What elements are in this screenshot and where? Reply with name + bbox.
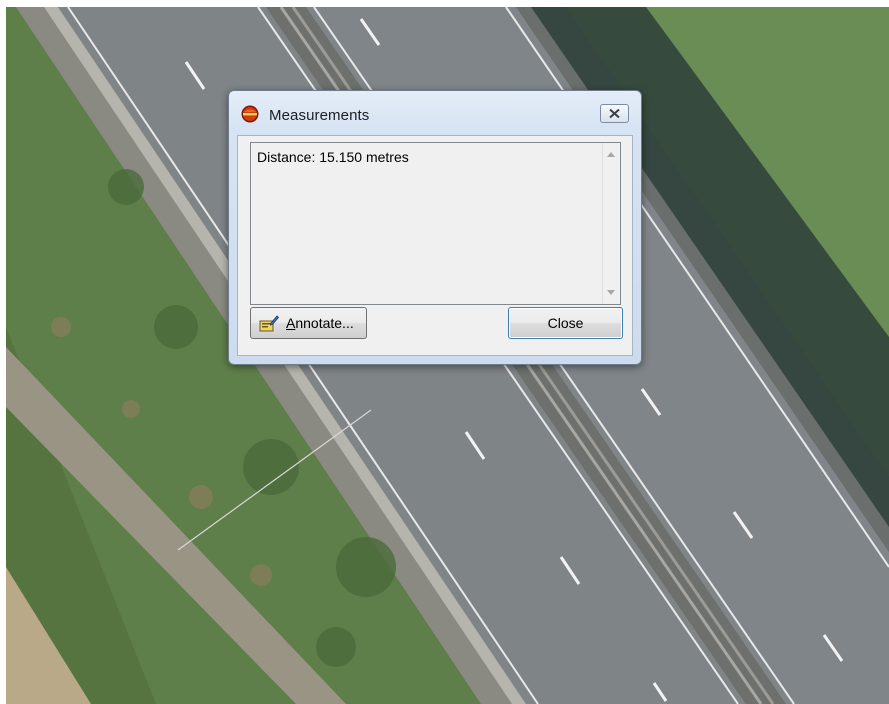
- scroll-down-arrow-icon[interactable]: [607, 290, 615, 295]
- annotate-mnemonic: A: [286, 315, 296, 331]
- scroll-up-arrow-icon[interactable]: [607, 152, 615, 157]
- annotate-icon: [259, 315, 279, 332]
- app-logo-icon: [241, 105, 259, 123]
- annotate-label: nnotate...: [295, 315, 354, 331]
- result-scrollbar[interactable]: [602, 143, 620, 304]
- close-label: Close: [547, 315, 584, 331]
- measurements-dialog: Measurements Distance: 15.150 metres Ann…: [228, 90, 642, 365]
- distance-result: Distance: 15.150 metres: [257, 149, 409, 165]
- annotate-button[interactable]: Annotate...: [250, 307, 367, 339]
- measurement-result-box[interactable]: Distance: 15.150 metres: [250, 142, 621, 305]
- dialog-title: Measurements: [269, 107, 370, 124]
- dialog-titlebar[interactable]: Measurements: [229, 91, 641, 135]
- close-x-button[interactable]: [600, 104, 629, 123]
- close-x-icon: [609, 109, 620, 118]
- dialog-client-area: Distance: 15.150 metres Annotate... Clos…: [237, 135, 633, 356]
- close-button[interactable]: Close: [508, 307, 623, 339]
